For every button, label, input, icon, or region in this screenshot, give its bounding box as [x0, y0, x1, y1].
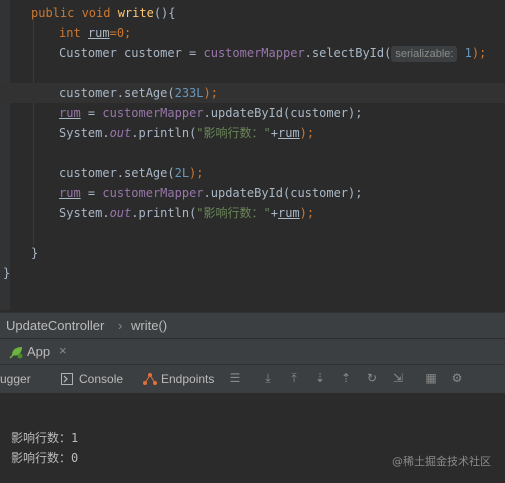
code-text: .println( — [131, 206, 197, 220]
tab-console[interactable]: Console — [57, 365, 127, 393]
code-line-set-age-233[interactable]: customer.setAge(233L); — [0, 83, 505, 103]
console-icon — [61, 373, 73, 385]
console-output[interactable]: 影响行数：1 影响行数：0 — [0, 393, 505, 483]
variable: rum — [59, 106, 81, 120]
field: customerMapper — [102, 106, 204, 120]
indent-guide — [33, 20, 34, 245]
code-text: =0; — [109, 26, 132, 40]
code-line-println-1[interactable]: System.out.println("影响行数："+rum); — [59, 123, 314, 143]
code-line-println-2[interactable]: System.out.println("影响行数："+rum); — [59, 203, 314, 223]
step-over-icon[interactable]: ⤒ — [288, 372, 300, 384]
keyword: public void — [31, 6, 118, 20]
watermark: @稀土掘金技术社区 — [392, 455, 491, 468]
parameter-hint: serializable: — [391, 46, 458, 62]
rerun-icon[interactable]: ↻ — [366, 372, 378, 384]
method-name: write — [117, 6, 154, 20]
code-text: ); — [299, 126, 315, 140]
static-field: out — [109, 206, 132, 220]
keyword: int — [59, 26, 88, 40]
field: customerMapper — [102, 186, 204, 200]
close-icon[interactable]: × — [59, 343, 67, 358]
endpoints-icon — [143, 373, 157, 385]
code-text: .updateById(customer); — [203, 106, 363, 120]
breadcrumb-class[interactable]: UpdateController — [6, 318, 104, 333]
variable: rum — [87, 26, 110, 40]
number: 2L — [174, 166, 190, 180]
run-tab-app[interactable]: App × — [6, 339, 74, 365]
tab-console-label: Console — [79, 372, 124, 386]
code-text: customer.setAge( — [59, 166, 175, 180]
tab-endpoints-label: Endpoints — [161, 372, 215, 386]
number: 233L — [174, 86, 204, 100]
code-text: System. — [59, 206, 110, 220]
field: customerMapper — [203, 46, 305, 60]
code-line-close-method[interactable]: } — [31, 243, 38, 263]
number: 1 — [457, 46, 472, 60]
code-editor[interactable]: public void write(){ int rum=0; Customer… — [0, 0, 505, 310]
code-text: Customer customer = — [59, 46, 204, 60]
grid-icon[interactable]: ▦ — [425, 372, 437, 384]
run-tab-label: App — [27, 344, 51, 359]
spring-boot-icon — [9, 347, 23, 359]
code-text: .selectById( — [304, 46, 392, 60]
tab-endpoints[interactable]: Endpoints — [140, 365, 220, 393]
run-to-cursor-icon[interactable]: ⇲ — [392, 372, 404, 384]
code-line-method-signature[interactable]: public void write(){ — [31, 3, 176, 23]
static-field: out — [109, 126, 132, 140]
code-text: + — [270, 206, 278, 220]
brace: } — [31, 246, 39, 260]
brace: } — [3, 266, 11, 280]
code-text: ); — [189, 166, 204, 180]
string-literal: "影响行数：" — [196, 126, 271, 140]
code-text: ); — [203, 86, 218, 100]
code-text: ); — [299, 206, 315, 220]
step-out-icon[interactable]: ⇡ — [340, 372, 352, 384]
code-text: + — [270, 126, 278, 140]
variable: rum — [277, 206, 300, 220]
menu-icon[interactable]: ☰ — [229, 372, 241, 384]
variable: rum — [277, 126, 300, 140]
settings-icon[interactable]: ⚙ — [451, 372, 463, 384]
code-text: = — [80, 186, 103, 200]
console-line: 影响行数：0 — [11, 451, 79, 465]
code-line-set-age-2[interactable]: customer.setAge(2L); — [59, 163, 204, 183]
breadcrumb-method[interactable]: write() — [131, 318, 167, 333]
code-text: ); — [471, 46, 487, 60]
code-text: (){ — [153, 6, 176, 20]
run-tool-window-header: App × — [0, 338, 505, 365]
string-literal: "影响行数：" — [196, 206, 271, 220]
scroll-to-end-icon[interactable]: ⤓ — [262, 372, 274, 384]
code-line-select[interactable]: Customer customer = customerMapper.selec… — [59, 43, 486, 63]
code-text: customer.setAge( — [59, 86, 175, 100]
code-text: = — [80, 106, 103, 120]
code-line-update-2[interactable]: rum = customerMapper.updateById(customer… — [59, 183, 362, 203]
code-text: .println( — [131, 126, 197, 140]
code-line-declare-rum[interactable]: int rum=0; — [59, 23, 131, 43]
tab-debugger[interactable]: ugger — [0, 372, 31, 386]
code-text: System. — [59, 126, 110, 140]
breadcrumb-separator: › — [118, 318, 123, 333]
code-line-close-class[interactable]: } — [3, 263, 10, 283]
run-toolbar: ugger Console Endpoints ☰ ⤓ ⤒ ⇣ ⇡ ↻ ⇲ ▦ … — [0, 364, 505, 394]
breadcrumb: UpdateController › write() — [0, 312, 505, 339]
console-line: 影响行数：1 — [11, 431, 79, 445]
code-line-update-1[interactable]: rum = customerMapper.updateById(customer… — [59, 103, 362, 123]
step-into-icon[interactable]: ⇣ — [314, 372, 326, 384]
variable: rum — [59, 186, 81, 200]
code-text: .updateById(customer); — [203, 186, 363, 200]
